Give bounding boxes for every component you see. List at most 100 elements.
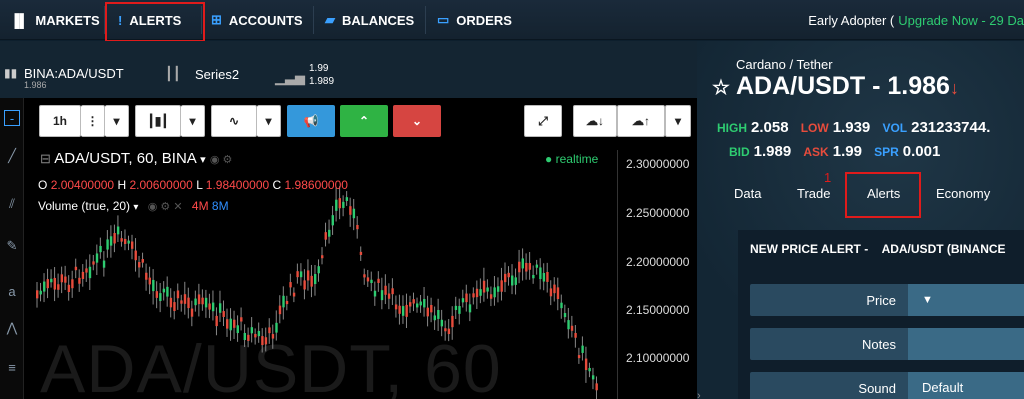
spr-stat: 0.001	[902, 143, 941, 160]
candle	[313, 265, 317, 296]
more-menu-icon[interactable]: ⋮	[81, 105, 105, 137]
candle	[560, 294, 563, 319]
candle	[511, 264, 514, 295]
candle	[472, 287, 475, 305]
symbol-name[interactable]: BINA:ADA/USDT	[24, 66, 124, 81]
realtime-indicator: ● realtime	[545, 152, 599, 166]
candle	[180, 294, 183, 312]
volume-value-2: 8M	[211, 199, 229, 213]
book-icon: ▰	[325, 12, 335, 27]
measure-tool-icon[interactable]: ≡	[4, 360, 20, 376]
bar-chart-icon: ▐▌	[10, 12, 29, 28]
candle	[116, 215, 120, 242]
series-label[interactable]: Series2	[195, 67, 239, 82]
text-tool-icon[interactable]: a	[4, 284, 20, 300]
candle	[264, 327, 268, 352]
candle	[57, 273, 60, 298]
volume-legend[interactable]: Volume (true, 20) ▾ ◉ ⚙ ✕ 4M 8M	[38, 199, 229, 213]
nav-orders[interactable]: ▭ ORDERS	[437, 0, 512, 40]
candle	[148, 266, 151, 295]
candle	[43, 273, 46, 303]
candle	[278, 295, 282, 324]
candle	[155, 281, 159, 309]
candle	[532, 265, 535, 284]
candle	[468, 293, 472, 322]
candle	[257, 322, 261, 343]
candle	[208, 293, 211, 319]
stats-row-1: HIGH 2.058 LOW 1.939 VOL 231233744.	[717, 119, 991, 136]
nav-markets[interactable]: ▐▌ MARKETS	[10, 0, 100, 40]
candle	[412, 292, 415, 312]
candle	[36, 282, 39, 308]
upgrade-link[interactable]: Upgrade Now - 29 Da	[898, 13, 1024, 28]
chevron-down-icon[interactable]: ▾	[257, 105, 281, 137]
candle	[53, 267, 56, 302]
pitchfork-tool-icon[interactable]: ⫽	[4, 196, 20, 212]
candle	[85, 259, 88, 282]
candle	[78, 269, 81, 292]
buy-up-button[interactable]: ⌃	[340, 105, 388, 137]
candle	[373, 281, 377, 306]
candle	[296, 263, 299, 284]
candle	[317, 259, 320, 282]
pair-price: 1.986	[887, 72, 950, 100]
sound-field-select[interactable]: Default	[908, 372, 1024, 399]
network-icon: ⊞	[211, 12, 222, 27]
pattern-tool-icon[interactable]: ⋀	[4, 320, 20, 336]
star-icon[interactable]: ☆	[712, 77, 730, 99]
candle-type-icon[interactable]: ┃▮┃	[135, 105, 181, 137]
candle	[426, 295, 429, 327]
candle	[106, 230, 109, 258]
candle	[92, 254, 95, 271]
price-field-dropdown[interactable]: ▼	[908, 284, 1024, 316]
candle	[303, 269, 306, 300]
candle	[482, 267, 486, 302]
candle	[444, 320, 447, 341]
candle	[419, 294, 422, 313]
chevron-down-icon[interactable]: ▾	[181, 105, 205, 137]
candle	[356, 216, 359, 239]
trendline-tool-icon[interactable]: ╱	[4, 148, 20, 164]
tab-trade[interactable]: Trade	[797, 186, 830, 201]
cloud-upload-icon[interactable]: ☁↑	[617, 105, 665, 137]
cursor-tool-icon[interactable]: -	[4, 110, 20, 126]
fullscreen-icon[interactable]: ⤢	[524, 105, 562, 137]
inbox-icon: ▭	[437, 12, 450, 27]
candle	[539, 258, 542, 290]
interval-button[interactable]: 1h	[39, 105, 81, 137]
tab-data[interactable]: Data	[734, 186, 761, 201]
candle	[127, 235, 130, 251]
candle	[380, 277, 384, 310]
price-axis[interactable]: 2.30000000 2.25000000 2.20000000 2.15000…	[617, 150, 697, 399]
chevron-down-icon[interactable]: ▾	[200, 154, 206, 166]
pair-name: ADA/USDT	[735, 72, 866, 100]
tab-economy[interactable]: Economy	[936, 186, 990, 201]
candle	[451, 306, 454, 340]
candle	[222, 300, 225, 326]
candle	[549, 280, 553, 306]
candle	[423, 286, 426, 317]
nav-balances[interactable]: ▰ BALANCES	[325, 0, 414, 40]
candle	[430, 297, 433, 323]
candle	[518, 249, 521, 284]
chart-legend-title[interactable]: ⊟ ADA/USDT, 60, BINA ▾ ◉ ⚙	[40, 150, 232, 167]
sell-down-button[interactable]: ⌄	[393, 105, 441, 137]
annotation-number-1: 1	[824, 170, 832, 185]
legend-collapse-icon[interactable]: ⊟	[40, 151, 51, 166]
candle	[50, 269, 53, 288]
cloud-download-icon[interactable]: ☁↓	[573, 105, 617, 137]
candle	[169, 288, 173, 318]
chevron-down-icon[interactable]: ▾	[105, 105, 129, 137]
candle	[331, 205, 334, 235]
series-ask: 1.989	[309, 76, 335, 87]
notes-field-input[interactable]	[908, 328, 1024, 360]
megaphone-icon[interactable]: 📢	[287, 105, 335, 137]
eye-icon[interactable]: ◉ ⚙	[210, 154, 233, 166]
chevron-down-icon[interactable]: ▾	[665, 105, 691, 137]
brush-tool-icon[interactable]: ✎	[4, 238, 20, 254]
collapse-panel-icon[interactable]: ›	[697, 390, 701, 399]
indicators-icon[interactable]: ∿	[211, 105, 257, 137]
nav-balances-label: BALANCES	[342, 12, 415, 28]
nav-accounts[interactable]: ⊞ ACCOUNTS	[211, 0, 303, 40]
candle	[229, 308, 232, 341]
